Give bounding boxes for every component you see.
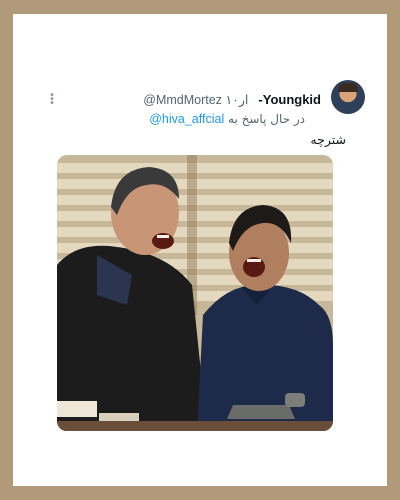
reply-prefix: در حال پاسخ به — [228, 112, 305, 126]
tweet-header: Youngkid- @MmdMortez ۱۰ار — [143, 92, 321, 107]
tweet-text: شترچه — [310, 132, 346, 147]
handle-and-time[interactable]: @MmdMortez ۱۰ار — [143, 93, 248, 107]
replying-to: در حال پاسخ به @hiva_affcial — [149, 112, 305, 126]
tweet-media-image[interactable] — [57, 155, 333, 431]
reply-mention-link[interactable]: @hiva_affcial — [149, 112, 224, 126]
tweet-time[interactable]: ۱۰ار — [225, 93, 248, 107]
display-name[interactable]: Youngkid- — [258, 92, 321, 107]
user-handle[interactable]: @MmdMortez — [143, 93, 222, 107]
tweet-card: Youngkid- @MmdMortez ۱۰ار • • • در حال پاس… — [13, 14, 387, 486]
user-avatar[interactable] — [331, 80, 365, 114]
more-options-icon[interactable]: • • • — [48, 91, 56, 109]
